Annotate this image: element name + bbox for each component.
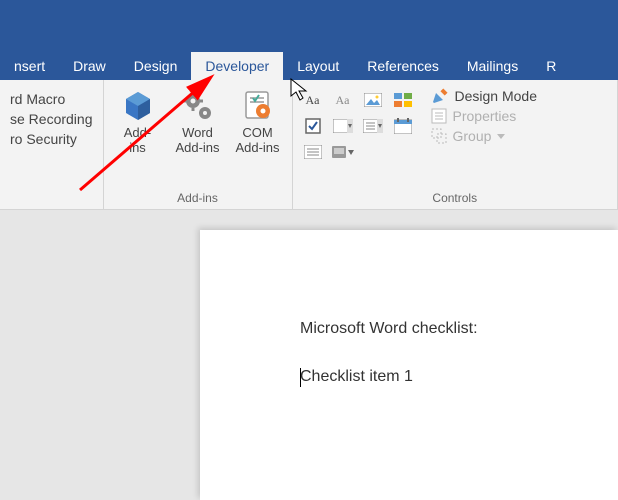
- com-addins-label: COMAdd-ins: [235, 126, 279, 156]
- doc-line-1[interactable]: Microsoft Word checklist:: [300, 320, 618, 338]
- group-controls-label: Controls: [299, 189, 612, 207]
- addins-icon: [120, 88, 156, 124]
- group-code-label: [6, 189, 97, 207]
- group-icon: [431, 128, 447, 144]
- word-addins-label: WordAdd-ins: [175, 126, 219, 156]
- group-btn-label: Group: [453, 128, 492, 144]
- addins-label: Add-ins: [124, 126, 151, 156]
- chevron-down-icon: [497, 132, 505, 140]
- tab-mailings[interactable]: Mailings: [453, 52, 532, 80]
- properties-label: Properties: [453, 108, 517, 124]
- ribbon-tabs: nsert Draw Design Developer Layout Refer…: [0, 50, 618, 80]
- group-addins: Add-ins WordAdd-ins: [104, 80, 293, 209]
- tab-references[interactable]: References: [353, 52, 453, 80]
- design-mode-label: Design Mode: [455, 88, 538, 104]
- tab-developer[interactable]: Developer: [191, 52, 283, 80]
- macro-security-button[interactable]: ro Security: [6, 130, 97, 148]
- gears-icon: [180, 88, 216, 124]
- record-macro-button[interactable]: rd Macro: [6, 90, 97, 108]
- checkbox-control-icon[interactable]: [299, 114, 327, 138]
- tab-design[interactable]: Design: [120, 52, 192, 80]
- document-page[interactable]: Microsoft Word checklist: Checklist item…: [200, 230, 618, 500]
- properties-button[interactable]: Properties: [431, 108, 538, 124]
- dropdown-control-icon[interactable]: [359, 114, 387, 138]
- group-code: rd Macro se Recording ro Security: [0, 80, 104, 209]
- building-block-control-icon[interactable]: [389, 88, 417, 112]
- group-addins-label: Add-ins: [110, 189, 286, 207]
- repeating-section-control-icon[interactable]: [299, 140, 327, 164]
- com-addins-button[interactable]: COMAdd-ins: [230, 84, 286, 156]
- controls-gallery: Aa Aa: [299, 84, 417, 164]
- word-addins-button[interactable]: WordAdd-ins: [170, 84, 226, 156]
- tab-layout[interactable]: Layout: [283, 52, 353, 80]
- rich-text-control-icon[interactable]: Aa: [299, 88, 327, 112]
- design-mode-button[interactable]: Design Mode: [431, 88, 538, 104]
- doc-line-2[interactable]: Checklist item 1: [300, 368, 618, 386]
- addins-button[interactable]: Add-ins: [110, 84, 166, 156]
- tab-insert[interactable]: nsert: [0, 52, 59, 80]
- tab-draw[interactable]: Draw: [59, 52, 120, 80]
- datepicker-control-icon[interactable]: [389, 114, 417, 138]
- legacy-tools-icon[interactable]: [329, 140, 357, 164]
- design-mode-icon: [431, 88, 449, 104]
- properties-icon: [431, 108, 447, 124]
- ribbon: rd Macro se Recording ro Security Add-in…: [0, 80, 618, 210]
- plain-text-control-icon[interactable]: Aa: [329, 88, 357, 112]
- group-button[interactable]: Group: [431, 128, 538, 144]
- com-addins-icon: [240, 88, 276, 124]
- picture-control-icon[interactable]: [359, 88, 387, 112]
- tab-review[interactable]: R: [532, 52, 570, 80]
- combobox-control-icon[interactable]: [329, 114, 357, 138]
- pause-recording-button[interactable]: se Recording: [6, 110, 97, 128]
- title-bar: [0, 0, 618, 50]
- group-controls: Aa Aa: [293, 80, 618, 209]
